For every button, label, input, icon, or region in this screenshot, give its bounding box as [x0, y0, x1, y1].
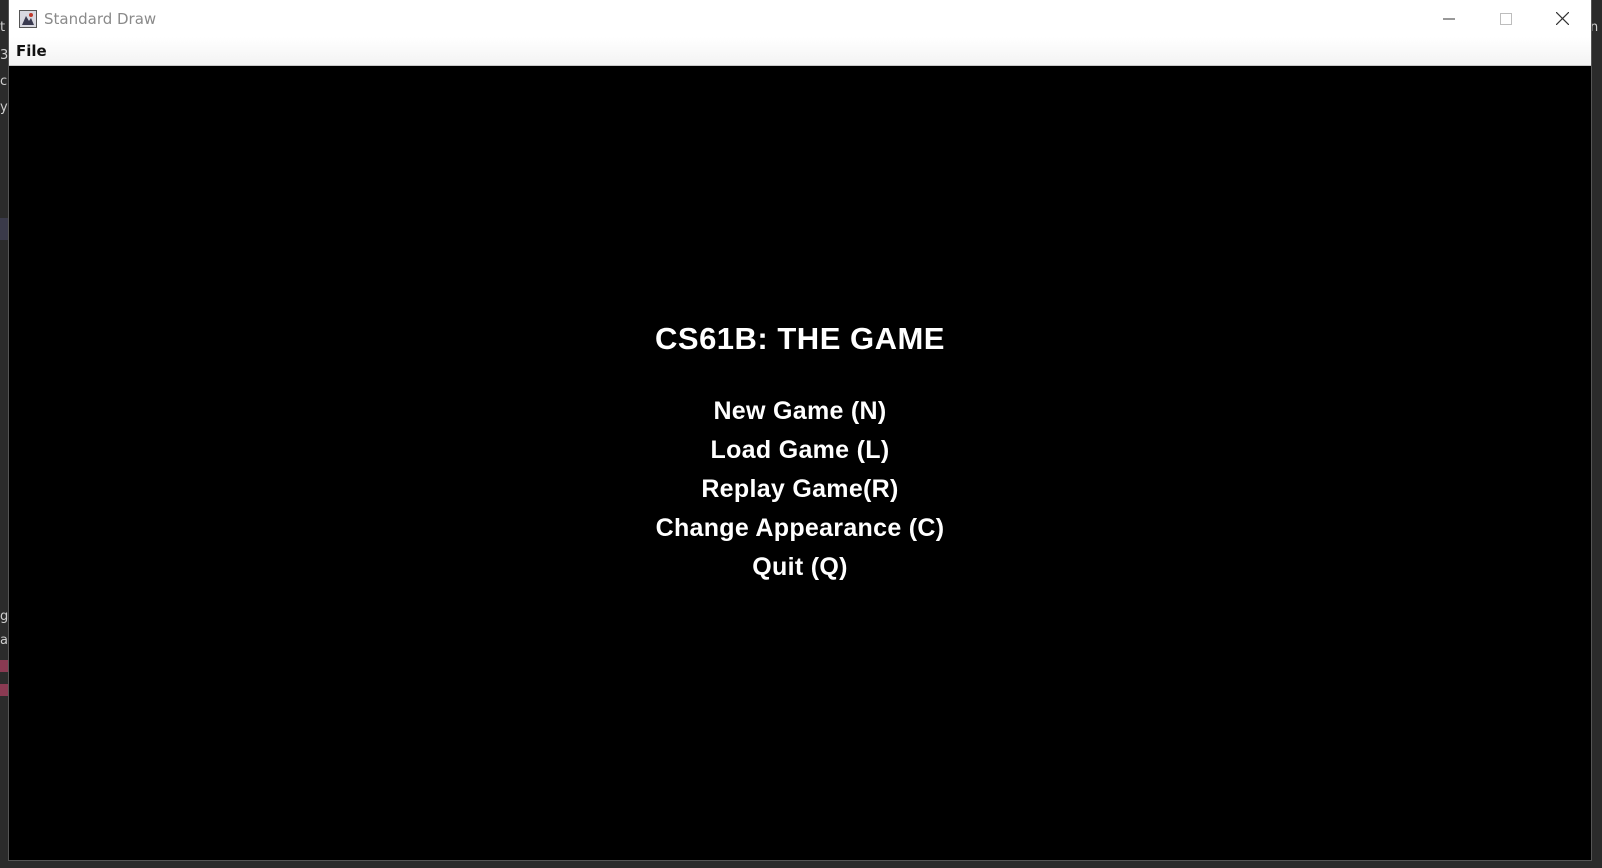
menu-option-replay-game[interactable]: Replay Game(R) — [9, 475, 1591, 504]
background-text-fragment: a — [0, 633, 8, 648]
menu-option-load-game[interactable]: Load Game (L) — [9, 436, 1591, 465]
background-text-fragment: 3 — [0, 48, 9, 63]
standard-draw-window: Standard Draw File CS61B: THE GAME New G… — [9, 0, 1591, 860]
menu-file[interactable]: File — [9, 42, 54, 60]
draw-canvas[interactable]: CS61B: THE GAME New Game (N) Load Game (… — [9, 66, 1591, 860]
maximize-button[interactable] — [1477, 0, 1534, 37]
background-text-fragment: g — [0, 609, 9, 624]
background-text-fragment: t — [0, 20, 6, 35]
window-controls — [1420, 0, 1591, 37]
title-bar[interactable]: Standard Draw — [9, 0, 1591, 37]
window-title: Standard Draw — [44, 9, 157, 28]
menu-option-new-game[interactable]: New Game (N) — [9, 397, 1591, 426]
minimize-icon — [1442, 18, 1455, 19]
background-text-fragment: n — [1590, 20, 1599, 35]
maximize-icon — [1499, 12, 1512, 25]
menu-option-quit[interactable]: Quit (Q) — [9, 553, 1591, 582]
background-block — [0, 684, 9, 696]
java-app-icon — [18, 9, 38, 29]
background-text-fragment: y — [0, 100, 8, 115]
minimize-button[interactable] — [1420, 0, 1477, 37]
close-button[interactable] — [1534, 0, 1591, 37]
close-icon — [1556, 12, 1569, 25]
menu-option-change-appearance[interactable]: Change Appearance (C) — [9, 514, 1591, 543]
background-block — [0, 660, 9, 672]
menu-bar: File — [9, 37, 1591, 66]
game-title: CS61B: THE GAME — [655, 321, 945, 356]
background-text-fragment: c — [0, 74, 8, 89]
background-block — [0, 218, 9, 240]
